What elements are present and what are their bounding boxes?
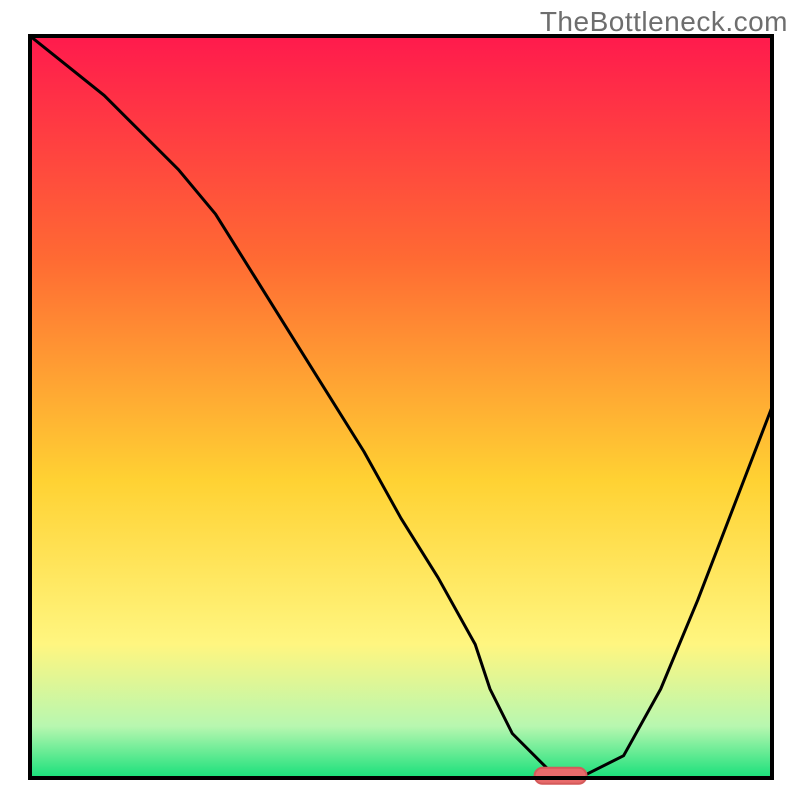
chart-frame: TheBottleneck.com xyxy=(0,0,800,800)
bottleneck-chart xyxy=(0,0,800,800)
optimal-marker xyxy=(535,768,587,784)
watermark-label: TheBottleneck.com xyxy=(540,6,788,38)
gradient-background xyxy=(30,36,772,778)
